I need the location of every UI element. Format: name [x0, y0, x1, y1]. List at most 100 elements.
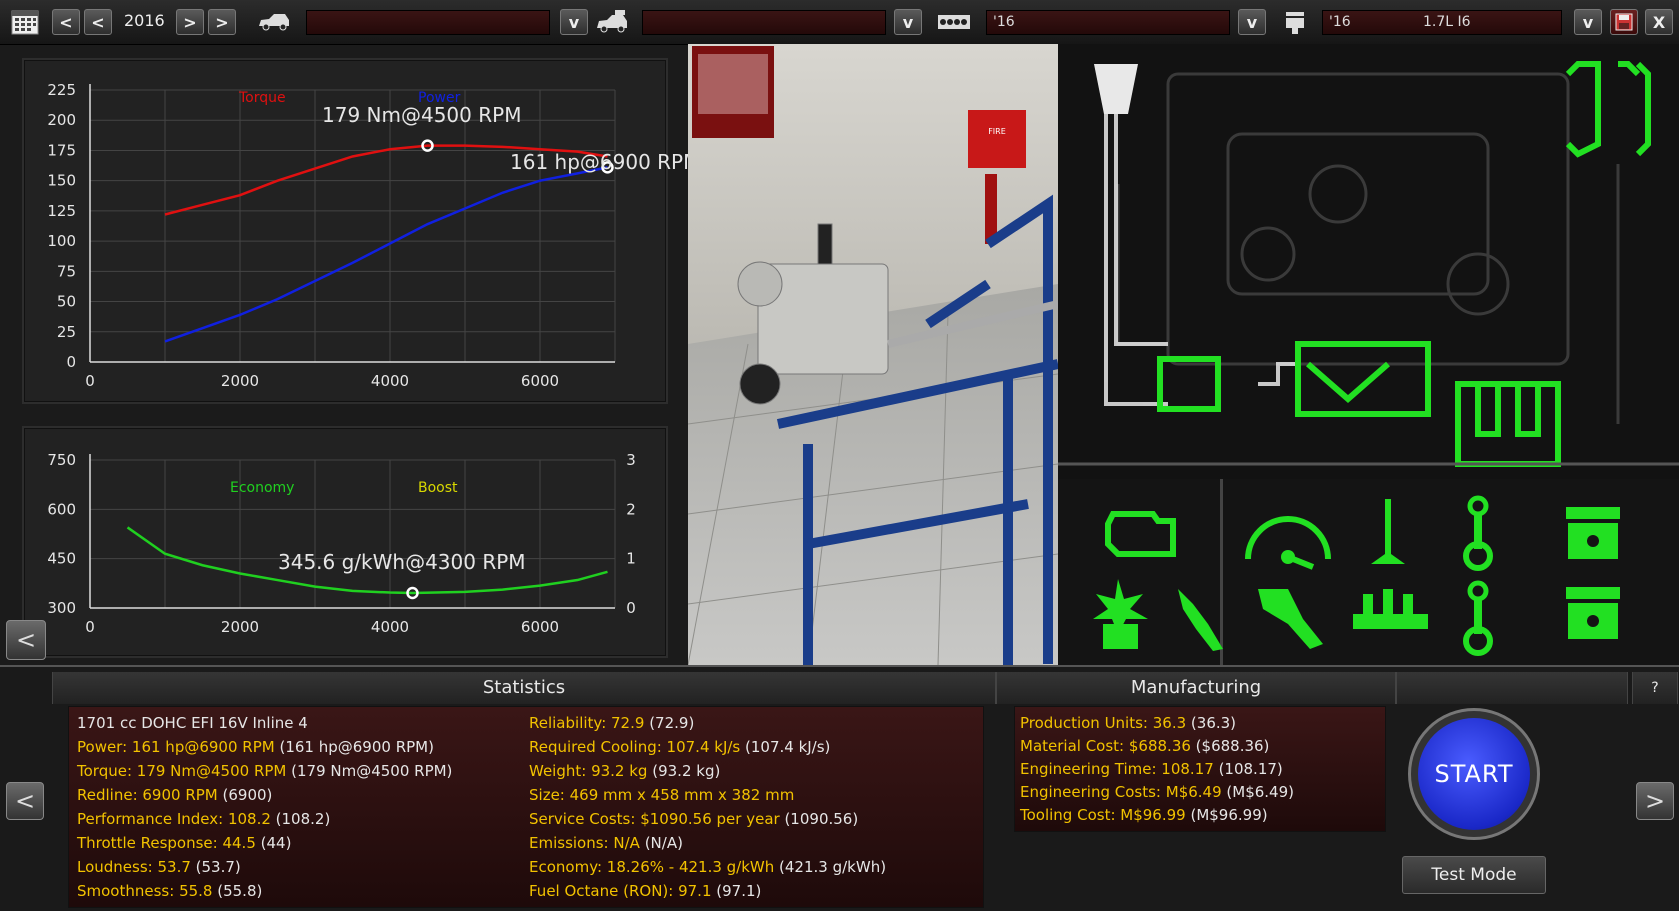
start-button[interactable]: START [1408, 708, 1540, 840]
test-mode-button[interactable]: Test Mode [1402, 856, 1546, 894]
y-tick-label: 175 [47, 141, 76, 159]
conrod-part-icon[interactable] [1458, 494, 1498, 574]
y2-tick-label: 1 [626, 550, 636, 568]
power-peak-label: 161 hp@6900 RPM [510, 150, 701, 174]
conrod-alt-part-icon[interactable] [1458, 579, 1498, 659]
help-button[interactable]: ? [1632, 672, 1678, 704]
car-model-dropdown-button[interactable]: v [560, 9, 588, 35]
variant-year: '16 [1329, 14, 1351, 30]
charts-collapse-button[interactable]: < [6, 620, 46, 660]
parts-icon-panel [1058, 479, 1679, 665]
engine-variant-dropdown-button[interactable]: v [1574, 9, 1602, 35]
torque-peak-label: 179 Nm@4500 RPM [322, 103, 522, 127]
top-toolbar: < < 2016 > > v v '16 v '16 1.7L I6 v X [0, 0, 1679, 45]
stat-key: Tooling Cost: M$96.99 [1020, 806, 1186, 824]
economy-peak-label: 345.6 g/kWh@4300 RPM [278, 550, 526, 574]
engine-family-dropdown-button[interactable]: v [1238, 9, 1266, 35]
engine-block-icon [936, 9, 972, 35]
stat-key: Throttle Response: 44.5 [77, 834, 256, 852]
year-next-button[interactable]: > [176, 9, 204, 35]
torque-legend: Torque [239, 90, 286, 106]
stat-value: (N/A) [639, 834, 683, 852]
stat-key: Reliability: 72.9 [529, 714, 645, 732]
engine-variant-field[interactable]: '16 1.7L I6 [1322, 10, 1562, 35]
series-line-power [164, 166, 608, 343]
year-prev-button[interactable]: < [84, 9, 112, 35]
tools-part-icon[interactable] [1248, 574, 1338, 654]
stat-value: ($688.36) [1190, 737, 1270, 755]
stat-line: 1701 cc DOHC EFI 16V Inline 4 [77, 714, 308, 732]
stat-line: Weight: 93.2 kg (93.2 kg) [529, 762, 720, 780]
economy-boost-chart: 750 600 450 300 3 2 1 0 0 2000 4000 6000 [47, 451, 636, 636]
stats-prev-button[interactable]: < [6, 782, 44, 820]
x-tick-label: 6000 [521, 618, 559, 636]
valve-part-icon[interactable] [1363, 494, 1413, 574]
stat-key: Weight: 93.2 kg [529, 762, 648, 780]
stat-line: Performance Index: 108.2 (108.2) [77, 810, 330, 828]
stat-line: Tooling Cost: M$96.99 (M$96.99) [1020, 806, 1268, 824]
y-tick-label: 25 [57, 323, 76, 341]
stat-key: Loudness: 53.7 [77, 858, 191, 876]
x-tick-label: 2000 [221, 372, 259, 390]
manufacturing-header: Manufacturing [996, 672, 1396, 704]
stat-line: Power: 161 hp@6900 RPM (161 hp@6900 RPM) [77, 738, 434, 756]
save-button[interactable] [1610, 9, 1638, 35]
car-trim-icon [594, 9, 630, 35]
statistics-header: Statistics [52, 672, 996, 704]
engine-schematic [1058, 44, 1679, 479]
stat-value: (55.8) [212, 882, 263, 900]
stat-key: Power: 161 hp@6900 RPM [77, 738, 275, 756]
stat-value: (36.3) [1186, 714, 1237, 732]
stat-line: Fuel Octane (RON): 97.1 (97.1) [529, 882, 761, 900]
car-model-field[interactable] [306, 10, 550, 35]
engine-3d-view[interactable]: FIRE [688, 44, 1058, 665]
engine-family-field[interactable]: '16 [986, 10, 1230, 35]
y-tick-label: 75 [57, 262, 76, 280]
torque-legend-label: Torque [239, 90, 286, 106]
stat-key: Size: 469 mm x 458 mm x 382 mm [529, 786, 795, 804]
stat-line: Size: 469 mm x 458 mm x 382 mm [529, 786, 794, 804]
y-tick-label: 50 [57, 293, 76, 311]
year-next-fast-button[interactable]: > [208, 9, 236, 35]
stats-next-button[interactable]: > [1636, 782, 1674, 820]
stat-key: Smoothness: 55.8 [77, 882, 213, 900]
gauge-part-icon[interactable] [1238, 499, 1338, 579]
calendar-icon[interactable] [10, 9, 40, 35]
x-tick-label: 4000 [371, 372, 409, 390]
stat-value: (44) [255, 834, 292, 852]
fuel-system-part-icon[interactable] [1088, 574, 1158, 654]
piston-icon [1280, 9, 1310, 35]
stat-value: (M$96.99) [1185, 806, 1268, 824]
stat-key: Engineering Costs: M$6.49 [1020, 783, 1222, 801]
x-tick-label: 6000 [521, 372, 559, 390]
camshaft-part-icon[interactable] [1348, 579, 1438, 649]
car-trim-field[interactable] [642, 10, 886, 35]
stat-key: Economy: 18.26% - 421.3 g/kWh [529, 858, 775, 876]
stat-line: Emissions: N/A (N/A) [529, 834, 683, 852]
back-glyph: < [15, 626, 37, 654]
y-tick-label: 300 [47, 599, 76, 617]
engine-block-part-icon[interactable] [1098, 499, 1188, 569]
stat-line: Redline: 6900 RPM (6900) [77, 786, 272, 804]
y-tick-label: 225 [47, 81, 76, 99]
stat-value: (M$6.49) [1221, 783, 1294, 801]
close-button[interactable]: X [1645, 9, 1673, 35]
piston-part-icon[interactable] [1558, 499, 1628, 569]
stat-value: (421.3 g/kWh) [774, 858, 887, 876]
stat-value: (72.9) [644, 714, 695, 732]
variant-name: 1.7L I6 [1423, 14, 1471, 30]
piston-alt-part-icon[interactable] [1558, 579, 1628, 649]
y-tick-label: 200 [47, 111, 76, 129]
stat-key: Performance Index: 108.2 [77, 810, 271, 828]
y-tick-label: 125 [47, 202, 76, 220]
economy-legend-label: Economy [230, 480, 295, 496]
stat-value: (108.17) [1213, 760, 1283, 778]
year-prev-fast-button[interactable]: < [52, 9, 80, 35]
spark-plug-part-icon[interactable] [1168, 579, 1238, 659]
car-trim-dropdown-button[interactable]: v [894, 9, 922, 35]
stat-key: Emissions: N/A [529, 834, 640, 852]
stat-value: (161 hp@6900 RPM) [274, 738, 434, 756]
stat-key: Required Cooling: 107.4 kJ/s [529, 738, 741, 756]
stat-value: (93.2 kg) [647, 762, 721, 780]
next-glyph: > [1644, 787, 1666, 815]
